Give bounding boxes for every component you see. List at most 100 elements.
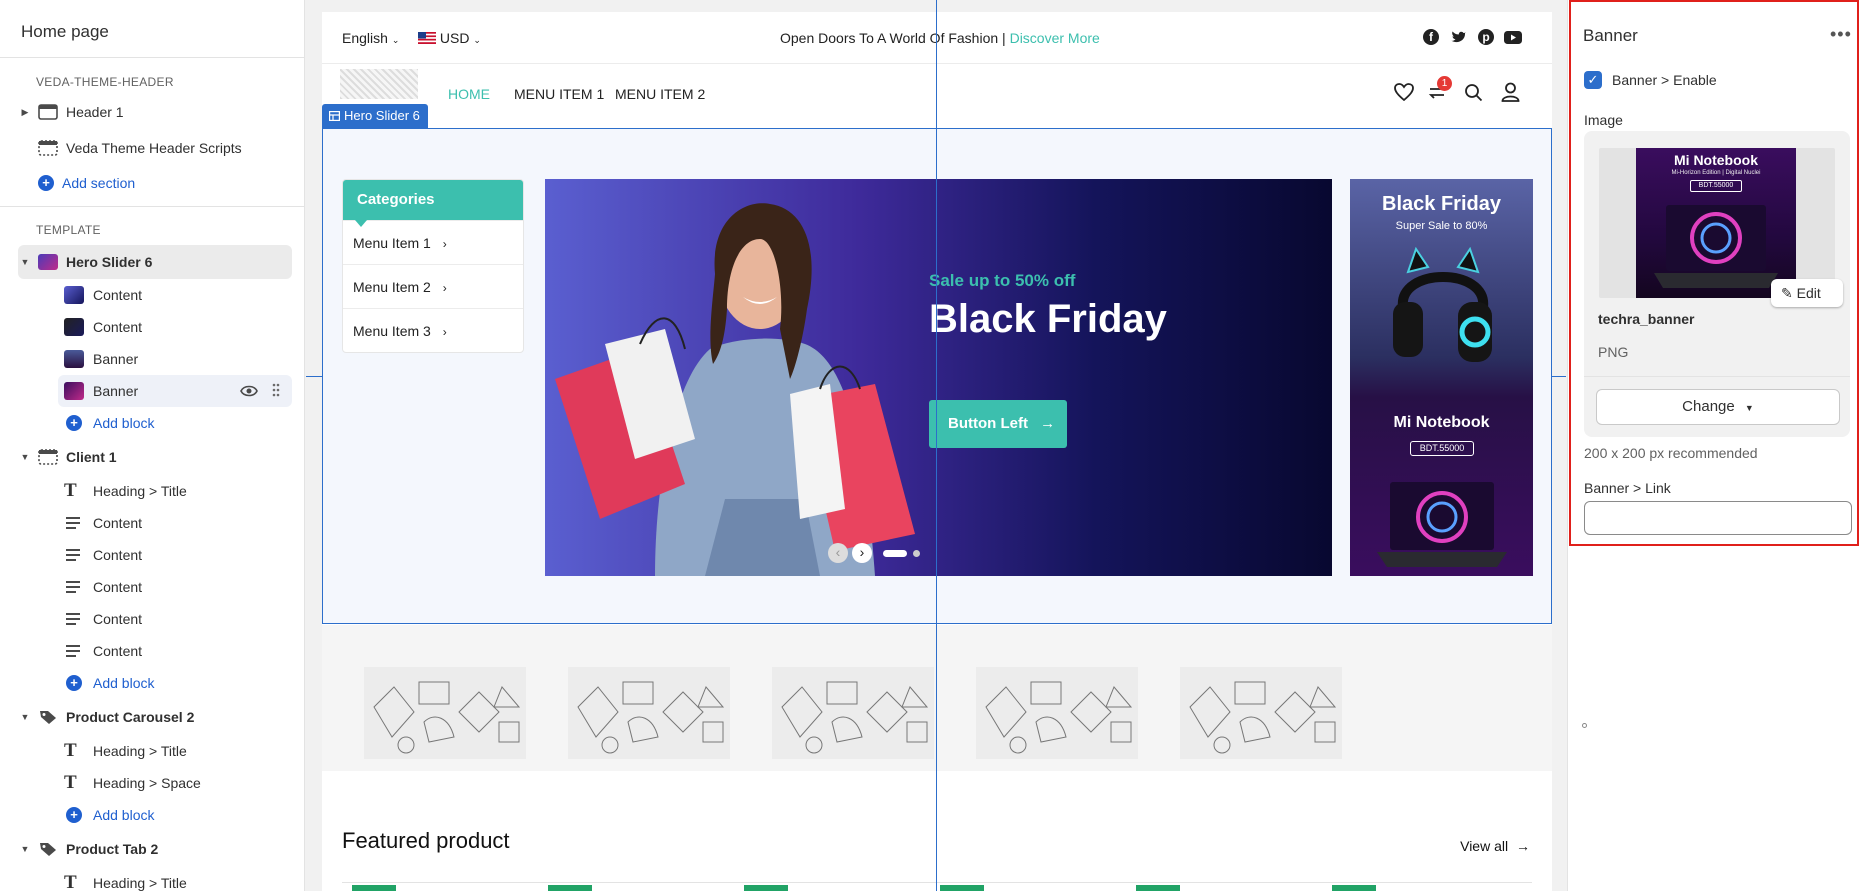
add-block-button[interactable]: + Add block bbox=[18, 668, 292, 698]
category-label: Menu Item 3 bbox=[353, 323, 431, 339]
slider-prev-button[interactable]: ‹ bbox=[828, 543, 848, 563]
caret-down-icon[interactable]: ▼ bbox=[18, 844, 32, 854]
block-content[interactable]: Content bbox=[18, 508, 292, 538]
nav-item-menu-2[interactable]: MENU ITEM 2 bbox=[615, 86, 705, 102]
section-product-carousel[interactable]: ▼ Product Carousel 2 bbox=[18, 702, 292, 732]
caret-right-icon[interactable]: ▶ bbox=[18, 107, 32, 118]
side-banner[interactable]: Black Friday Super Sale to 80% Mi Notebo… bbox=[1350, 179, 1533, 576]
youtube-icon[interactable] bbox=[1504, 31, 1522, 44]
laptop-image bbox=[1654, 205, 1778, 288]
block-content[interactable]: Content bbox=[18, 312, 292, 342]
cursor-marker bbox=[1582, 723, 1587, 728]
user-icon[interactable] bbox=[1501, 82, 1520, 102]
language-selector[interactable]: English ⌄ bbox=[342, 30, 399, 46]
change-image-button[interactable]: Change ▼ bbox=[1596, 389, 1840, 425]
drag-handle-icon[interactable] bbox=[272, 383, 280, 397]
block-heading[interactable]: T Heading > Title bbox=[18, 476, 292, 506]
block-heading[interactable]: T Heading > Space bbox=[18, 768, 292, 798]
category-item[interactable]: Menu Item 3 › bbox=[343, 308, 523, 352]
slide-button[interactable]: Button Left → bbox=[929, 400, 1067, 448]
chevron-right-icon: › bbox=[442, 237, 447, 251]
image-file-type: PNG bbox=[1598, 344, 1629, 360]
change-label: Change bbox=[1682, 398, 1735, 415]
block-banner[interactable]: Banner bbox=[18, 344, 292, 374]
group-label-header: VEDA-THEME-HEADER bbox=[36, 75, 174, 89]
block-label: Banner bbox=[93, 383, 139, 399]
nav-item-home[interactable]: HOME bbox=[448, 86, 490, 102]
divider bbox=[0, 57, 304, 58]
twitter-icon[interactable] bbox=[1451, 30, 1467, 44]
block-label: Heading > Space bbox=[93, 775, 201, 791]
caret-down-icon[interactable]: ▼ bbox=[18, 452, 32, 462]
main-navigation: HOME MENU ITEM 1 MENU ITEM 2 1 bbox=[322, 65, 1552, 121]
store-logo[interactable] bbox=[340, 69, 418, 99]
section-client[interactable]: ▼ Client 1 bbox=[18, 442, 292, 472]
client-logo[interactable] bbox=[772, 667, 934, 759]
section-product-tab[interactable]: ▼ Product Tab 2 bbox=[18, 834, 292, 864]
slider-next-button[interactable]: › bbox=[852, 543, 872, 563]
slider-dot[interactable] bbox=[913, 550, 920, 557]
text-t-icon: T bbox=[64, 772, 77, 793]
block-banner-selected[interactable]: Banner bbox=[58, 375, 292, 407]
add-block-label: Add block bbox=[93, 675, 155, 691]
more-options-icon[interactable]: ••• bbox=[1830, 24, 1852, 45]
caret-down-icon[interactable]: ▼ bbox=[18, 257, 32, 267]
image-thumbnail[interactable]: Mi Notebook Mi-Horizon Edition | Digital… bbox=[1599, 148, 1843, 307]
product-badge bbox=[940, 885, 984, 891]
section-header-1[interactable]: ▶ Header 1 bbox=[18, 97, 292, 127]
banner-link-input[interactable] bbox=[1584, 501, 1852, 535]
banner-preview-image: Mi Notebook Mi-Horizon Edition | Digital… bbox=[1636, 148, 1796, 298]
block-heading[interactable]: T Heading > Title bbox=[18, 868, 292, 891]
add-section-button[interactable]: + Add section bbox=[18, 168, 292, 198]
pinterest-icon[interactable]: p bbox=[1478, 29, 1494, 45]
hero-slider-section[interactable]: Categories Menu Item 1 › Menu Item 2 › M… bbox=[322, 128, 1552, 624]
block-content[interactable]: Content bbox=[18, 636, 292, 666]
banner-enable-checkbox[interactable]: ✓ bbox=[1584, 71, 1602, 89]
edit-image-button[interactable]: ✎ Edit bbox=[1771, 279, 1843, 307]
thumb-subtitle: Mi-Horizon Edition | Digital Nuclei bbox=[1671, 170, 1761, 176]
category-item[interactable]: Menu Item 2 › bbox=[343, 264, 523, 308]
section-tag-hero-slider[interactable]: Hero Slider 6 bbox=[322, 104, 428, 128]
section-hero-slider[interactable]: ▼ Hero Slider 6 bbox=[18, 245, 292, 279]
block-content[interactable]: Content bbox=[18, 540, 292, 570]
block-content[interactable]: Content bbox=[18, 280, 292, 310]
pencil-icon: ✎ bbox=[1781, 285, 1793, 301]
us-flag-icon bbox=[418, 32, 436, 44]
language-label: English bbox=[342, 30, 388, 46]
nav-item-menu-1[interactable]: MENU ITEM 1 bbox=[514, 86, 604, 102]
add-circle-icon: + bbox=[66, 807, 82, 823]
thumb-price: BDT.55000 bbox=[1690, 180, 1742, 192]
client-logo[interactable] bbox=[568, 667, 730, 759]
caret-down-icon[interactable]: ▼ bbox=[18, 712, 32, 722]
client-logo[interactable] bbox=[1180, 667, 1342, 759]
product-badge bbox=[1136, 885, 1180, 891]
block-content[interactable]: Content bbox=[18, 604, 292, 634]
discover-more-link[interactable]: Discover More bbox=[1010, 30, 1100, 46]
image-size-hint: 200 x 200 px recommended bbox=[1584, 445, 1758, 461]
slider-dot-active[interactable] bbox=[883, 550, 907, 557]
block-content[interactable]: Content bbox=[18, 572, 292, 602]
section-header-scripts[interactable]: Veda Theme Header Scripts bbox=[18, 133, 292, 163]
add-block-button[interactable]: + Add block bbox=[18, 800, 292, 830]
client-logo[interactable] bbox=[976, 667, 1138, 759]
store-preview: English ⌄ USD ⌄ Open Doors To A World Of… bbox=[322, 12, 1552, 891]
image-picker-card: Mi Notebook Mi-Horizon Edition | Digital… bbox=[1584, 131, 1850, 437]
heart-icon[interactable] bbox=[1394, 83, 1414, 101]
client-logo[interactable] bbox=[364, 667, 526, 759]
placeholder-image bbox=[577, 681, 725, 754]
block-heading[interactable]: T Heading > Title bbox=[18, 736, 292, 766]
currency-selector[interactable]: USD ⌄ bbox=[418, 30, 481, 46]
product-grid-edge bbox=[342, 882, 1532, 891]
category-item[interactable]: Menu Item 1 › bbox=[343, 220, 523, 264]
eye-icon[interactable] bbox=[240, 384, 258, 398]
add-block-button[interactable]: + Add block bbox=[18, 408, 292, 438]
hero-slide[interactable]: Sale up to 50% off Black Friday Button L… bbox=[545, 179, 1332, 576]
add-block-label: Add block bbox=[93, 807, 155, 823]
tag-icon bbox=[40, 711, 56, 724]
text-lines-icon bbox=[66, 613, 80, 625]
placeholder-image bbox=[781, 681, 929, 754]
facebook-icon[interactable]: f bbox=[1423, 29, 1439, 45]
search-icon[interactable] bbox=[1464, 83, 1483, 102]
section-layout-icon bbox=[38, 140, 58, 156]
view-all-link[interactable]: View all → bbox=[1460, 838, 1530, 854]
